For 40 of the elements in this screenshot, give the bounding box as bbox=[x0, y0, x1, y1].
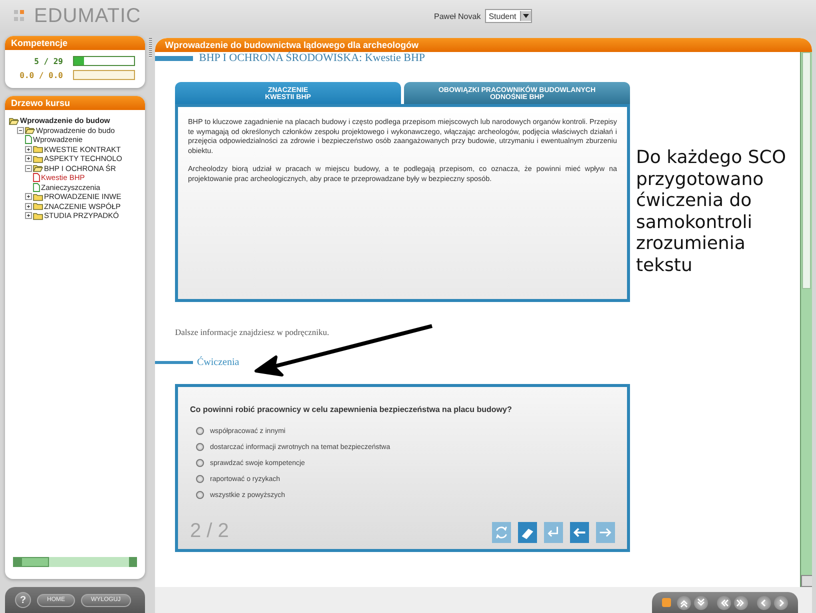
vertical-scrollbar[interactable] bbox=[800, 52, 812, 587]
next-button[interactable] bbox=[774, 596, 788, 610]
open-folder-icon bbox=[33, 164, 43, 172]
eraser-button[interactable] bbox=[518, 522, 537, 543]
collapse-icon[interactable] bbox=[17, 126, 24, 134]
page-counter: 2 / 2 bbox=[190, 520, 229, 543]
open-folder-icon bbox=[25, 126, 35, 134]
expand-icon[interactable] bbox=[25, 202, 32, 210]
expand-icon[interactable] bbox=[25, 146, 32, 153]
competence-reading: 0.0 / 0.0 bbox=[18, 70, 63, 80]
panel-title: Kompetencje bbox=[5, 36, 145, 50]
section-heading: BHP I OCHRONA ŚRODOWISKA: Kwestie BHP bbox=[199, 52, 426, 64]
competence-reading: 5 / 29 bbox=[33, 56, 63, 66]
rewind-button[interactable] bbox=[717, 596, 731, 610]
fast-forward-button[interactable] bbox=[734, 596, 748, 610]
previous-button[interactable] bbox=[757, 596, 771, 610]
dropdown-arrow-icon bbox=[523, 14, 530, 18]
annotation-text: Do każdego SCO przygotowano ćwiczenia do samokontroli zrozumienia tekstu bbox=[636, 147, 788, 277]
panel-title: Drzewo kursu bbox=[5, 96, 145, 110]
radio-button[interactable] bbox=[196, 427, 204, 435]
expand-icon[interactable] bbox=[25, 212, 32, 220]
exercise-heading: Ćwiczenia bbox=[197, 357, 240, 368]
horizontal-scrollbar[interactable] bbox=[13, 557, 137, 567]
up-button[interactable] bbox=[677, 596, 691, 610]
radio-button[interactable] bbox=[196, 459, 204, 467]
role-dropdown[interactable]: Student bbox=[484, 9, 532, 23]
user-name: Paweł Novak bbox=[434, 12, 481, 20]
down-button[interactable] bbox=[694, 596, 708, 610]
collapse-icon[interactable] bbox=[25, 164, 32, 172]
radio-button[interactable] bbox=[196, 491, 204, 499]
question-text: Co powinni robić pracownicy w celu zapewnienia bezpieczeństwa na placu budowy? bbox=[190, 405, 513, 414]
back-button[interactable] bbox=[570, 522, 589, 543]
radio-button[interactable] bbox=[196, 475, 204, 483]
splitter-grip[interactable] bbox=[148, 38, 152, 58]
logo-text: EDUMATIC bbox=[34, 4, 141, 28]
note-text: Dalsze informacje znajdziesz w podręczniku. bbox=[175, 327, 330, 337]
expand-icon[interactable] bbox=[25, 155, 32, 162]
expand-icon[interactable] bbox=[25, 193, 32, 200]
course-title: Wprowadzenie do budownictwa lądowego dla archeologów bbox=[155, 38, 812, 52]
radio-button[interactable] bbox=[196, 443, 204, 451]
